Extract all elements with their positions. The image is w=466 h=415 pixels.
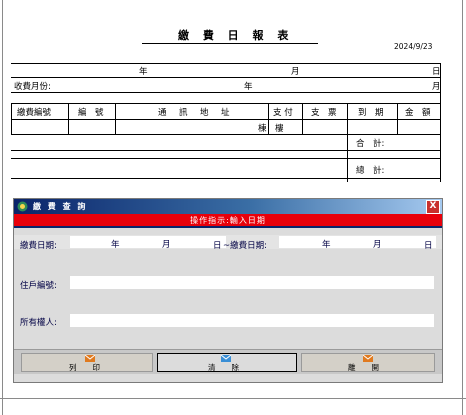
table-line [11, 134, 440, 135]
table-vline [397, 103, 398, 134]
button-bar: 列印 清除 離開 [14, 349, 442, 374]
app-logo-icon [17, 201, 28, 212]
billing-month-label: 收費月份: [14, 82, 51, 92]
date-to-month: 月 [373, 240, 382, 250]
table-line [11, 158, 440, 159]
print-button[interactable]: 列印 [21, 353, 153, 372]
instruction-banner: 操作指示:輸入日期 [14, 214, 442, 226]
clear-button[interactable]: 清除 [157, 353, 297, 372]
table-vline [440, 63, 441, 182]
exit-button[interactable]: 離開 [301, 353, 435, 372]
table-line [11, 119, 440, 120]
print-label-2: 印 [92, 363, 116, 372]
clear-icon [221, 355, 231, 362]
date-from-year: 年 [111, 240, 120, 250]
table-line [11, 77, 440, 78]
col-header-due: 到 期 [358, 108, 384, 118]
col-header-no: 編 號 [78, 108, 104, 118]
print-label-1: 列 [69, 363, 93, 372]
page-right-edge [462, 0, 463, 415]
date-to-day: 日 [424, 241, 433, 251]
exit-label-1: 離 [348, 363, 372, 372]
exit-label-2: 開 [371, 363, 395, 372]
owner-label: 所有權人: [20, 318, 57, 328]
total-label: 總 計: [356, 166, 385, 176]
date-from-label: 繳費日期: [20, 241, 57, 251]
table-vline [115, 103, 116, 134]
exit-icon [363, 355, 373, 362]
close-button[interactable]: X [426, 200, 440, 214]
col-header-check: 支 票 [311, 108, 337, 118]
col-subheader-building: 棟 樓 [258, 124, 284, 134]
clear-label-1: 清 [208, 363, 232, 372]
date-from-input[interactable] [70, 236, 226, 248]
date-to-label: ~繳費日期: [223, 241, 267, 251]
row1-month: 月 [291, 67, 300, 77]
clear-label-2: 除 [231, 363, 255, 372]
row2-year: 年 [244, 82, 253, 92]
page-bottom-edge [0, 398, 466, 399]
table-line [11, 103, 440, 104]
title-underline [142, 43, 318, 44]
date-from-day: 日 [213, 241, 222, 251]
col-header-paid: 支 付 [273, 108, 293, 118]
table-vline [268, 103, 269, 134]
table-vline [302, 103, 303, 134]
dialog-title: 繳 費 查 詢 [33, 202, 88, 211]
page-left-edge [2, 0, 3, 415]
table-line [11, 92, 440, 93]
subtotal-label: 合 計: [356, 139, 385, 149]
table-line [11, 178, 440, 179]
col-header-address: 通 訊 地 址 [158, 108, 232, 118]
dialog-titlebar[interactable]: 繳 費 查 詢 X [14, 199, 442, 214]
print-icon [85, 355, 95, 362]
household-label: 住戶編號: [20, 281, 57, 291]
col-header-amount: 金 額 [405, 108, 431, 118]
col-header-payment-no: 繳費編號 [17, 108, 52, 118]
table-vline [347, 103, 348, 182]
table-line [11, 150, 440, 151]
date-to-input[interactable] [279, 236, 436, 248]
table-vline [68, 103, 69, 134]
table-line [11, 63, 440, 64]
household-input[interactable] [70, 276, 434, 289]
report-title: 繳 費 日 報 表 [178, 29, 294, 42]
owner-input[interactable] [70, 314, 434, 327]
row1-year: 年 [139, 67, 148, 77]
table-vline [11, 103, 12, 134]
payment-query-dialog: 繳 費 查 詢 X 操作指示:輸入日期 繳費日期: 年 月 日 ~繳費日期: 年… [13, 198, 443, 383]
instruction-text: 操作指示:輸入日期 [190, 216, 266, 225]
banner-divider [14, 226, 442, 228]
report-date: 2024/9/23 [394, 42, 433, 51]
date-to-year: 年 [322, 240, 331, 250]
date-from-month: 月 [162, 240, 171, 250]
